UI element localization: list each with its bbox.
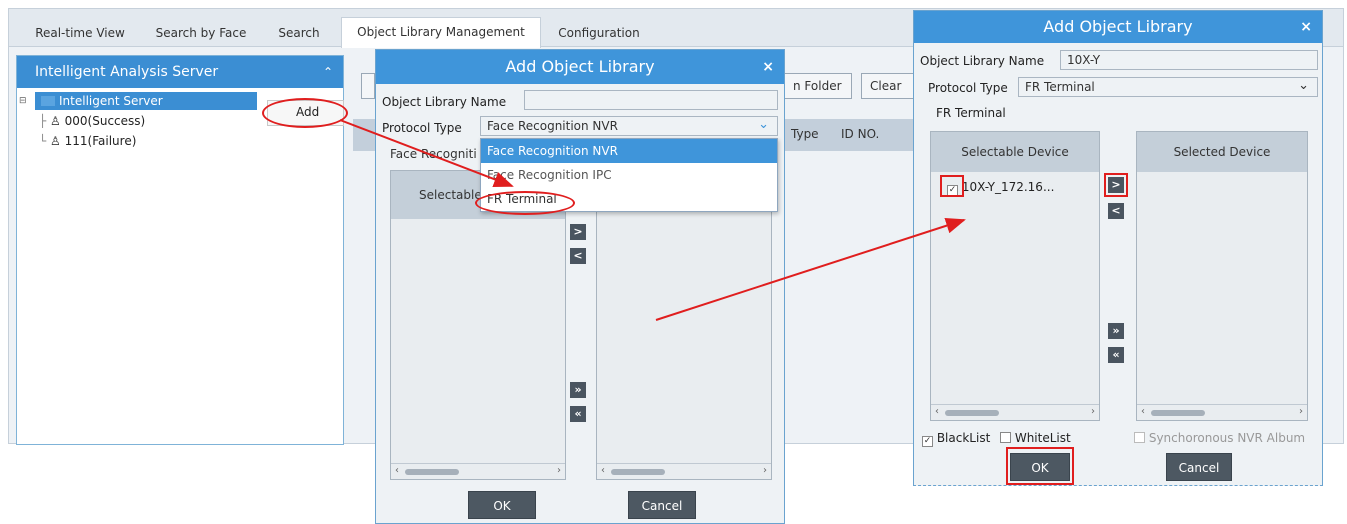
arrow-to-second-dialog <box>655 217 966 321</box>
annotation-arrows <box>339 119 966 321</box>
arrow-to-fr-terminal <box>339 119 514 188</box>
